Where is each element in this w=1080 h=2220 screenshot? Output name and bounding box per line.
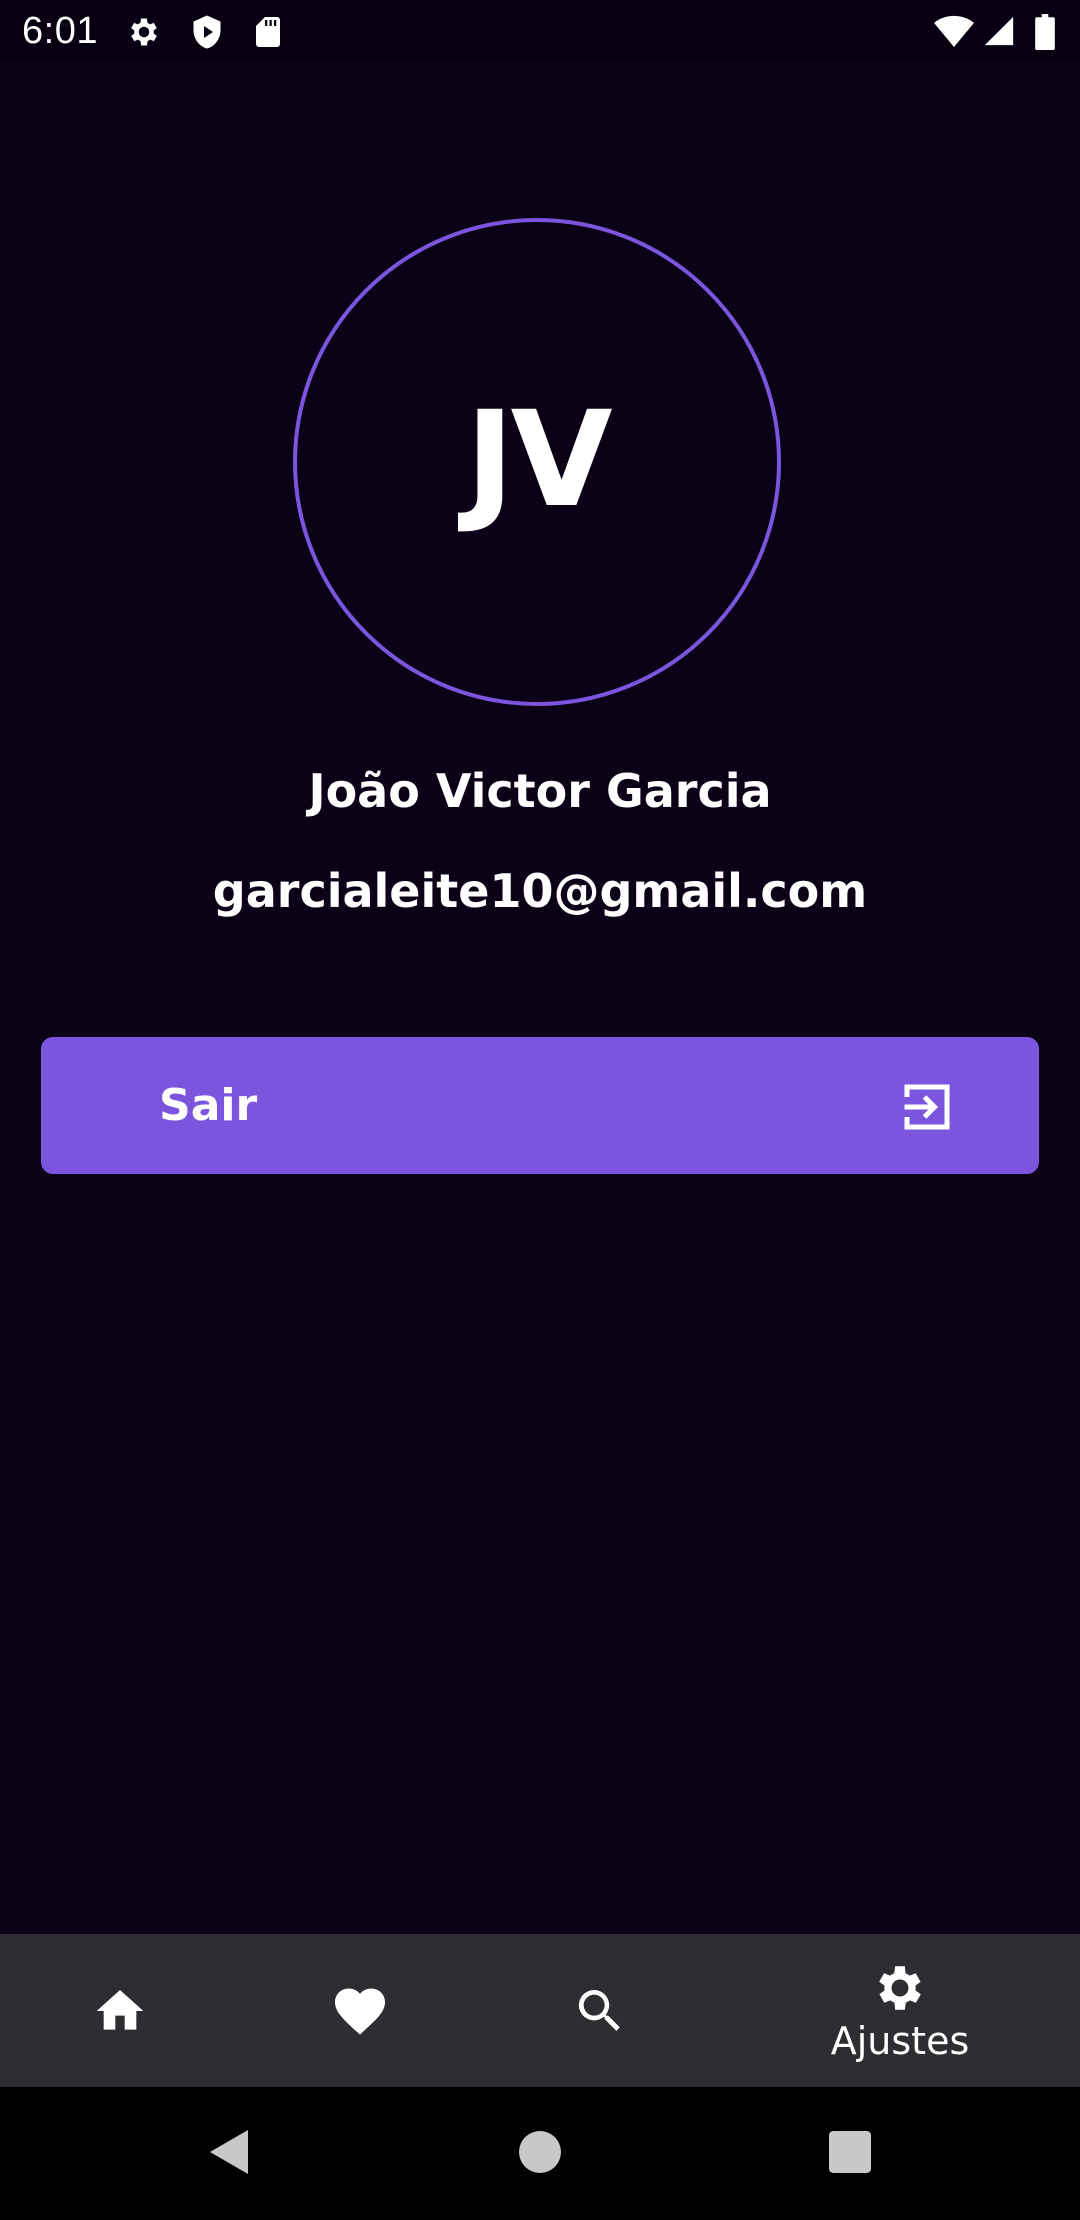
user-name: João Victor Garcia bbox=[308, 764, 772, 818]
nav-item-home[interactable] bbox=[60, 1934, 180, 2087]
home-icon bbox=[92, 1983, 148, 2039]
recents-button[interactable] bbox=[810, 2087, 890, 2220]
status-time: 6:01 bbox=[22, 10, 98, 52]
logout-button[interactable]: Sair bbox=[41, 1037, 1039, 1174]
wifi-icon bbox=[934, 14, 974, 50]
avatar: JV bbox=[293, 218, 781, 706]
system-nav-bar bbox=[0, 2087, 1080, 2220]
bottom-nav: Ajustes bbox=[0, 1934, 1080, 2087]
back-button[interactable] bbox=[190, 2087, 270, 2220]
status-bar: 6:01 bbox=[0, 0, 1080, 62]
settings-icon bbox=[126, 14, 162, 50]
home-button[interactable] bbox=[500, 2087, 580, 2220]
nav-item-settings[interactable]: Ajustes bbox=[800, 1934, 1000, 2087]
logout-icon bbox=[897, 1077, 957, 1137]
shield-play-icon bbox=[189, 14, 225, 50]
recents-icon bbox=[829, 2130, 871, 2177]
nav-item-favorites[interactable] bbox=[300, 1934, 420, 2087]
search-icon bbox=[572, 1983, 628, 2039]
home-circle-icon bbox=[519, 2130, 561, 2177]
logout-label: Sair bbox=[159, 1080, 258, 1131]
avatar-initials: JV bbox=[465, 383, 612, 537]
gear-icon bbox=[871, 1959, 929, 2017]
back-icon bbox=[208, 2128, 252, 2180]
signal-icon bbox=[982, 14, 1018, 50]
user-email: garcialeite10@gmail.com bbox=[212, 864, 868, 918]
battery-icon bbox=[1034, 14, 1058, 50]
heart-icon bbox=[330, 1981, 390, 2041]
nav-item-search[interactable] bbox=[540, 1934, 660, 2087]
sd-card-icon bbox=[250, 14, 286, 50]
settings-screen: 6:01 JV João Victor Garcia garcialeite10… bbox=[0, 0, 1080, 2220]
nav-label-settings: Ajustes bbox=[830, 2018, 970, 2063]
